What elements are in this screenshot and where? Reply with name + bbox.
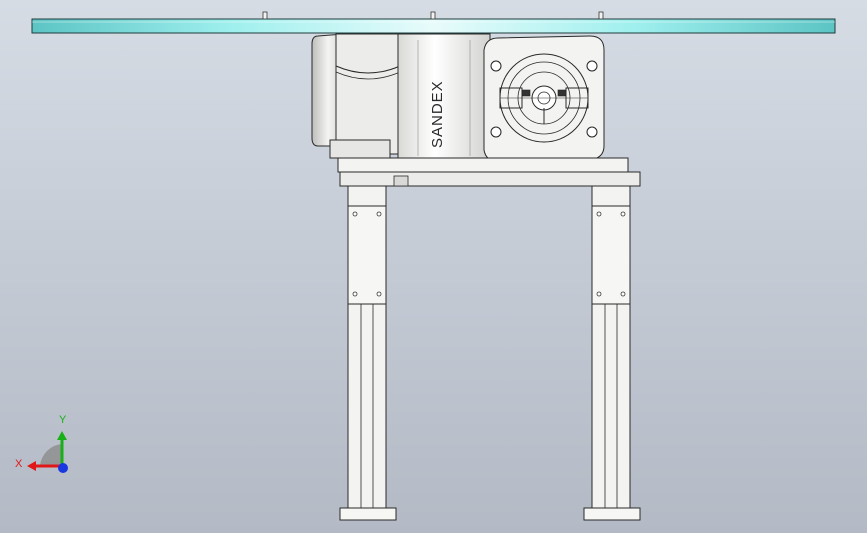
base-frame[interactable] [337, 157, 641, 187]
cad-model-view[interactable]: SANDEX [0, 0, 867, 533]
output-flange-housing[interactable] [483, 35, 605, 163]
indexer-housing[interactable]: SANDEX [397, 33, 491, 161]
y-axis-label: Y [59, 414, 67, 426]
view-triad[interactable] [27, 431, 68, 473]
motor[interactable] [311, 33, 401, 159]
top-plate[interactable] [31, 18, 836, 34]
leg-right[interactable] [583, 185, 641, 521]
locating-pin-center [430, 11, 436, 20]
brand-marking: SANDEX [429, 80, 446, 148]
leg-left[interactable] [339, 185, 397, 521]
locating-pin-left [262, 11, 268, 20]
z-axis-dot [58, 463, 68, 473]
graphics-viewport[interactable]: SANDEX Y X [0, 0, 867, 533]
x-axis-label: X [15, 458, 23, 470]
locating-pin-right [598, 11, 604, 20]
